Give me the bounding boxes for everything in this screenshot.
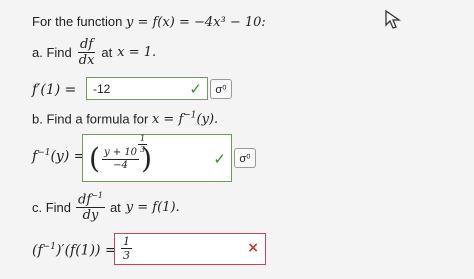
part-b-cond-tail: (y). bbox=[196, 112, 219, 128]
math-keypad-button[interactable]: σ⁰ bbox=[210, 79, 232, 99]
part-b-label: b. Find a formula for bbox=[32, 111, 149, 127]
part-c-frac-num: df−1 bbox=[76, 191, 105, 209]
part-b-exponent: 1 3 bbox=[138, 134, 148, 154]
part-c-prefix-f: (f bbox=[32, 242, 43, 259]
part-b-answer-field[interactable]: ( y + 10 −4 ) 1 3 ✓ bbox=[82, 134, 232, 182]
part-a-condition: x = 1. bbox=[117, 45, 157, 60]
math-keypad-button[interactable]: σ⁰ bbox=[234, 148, 256, 168]
function-expression: y = f(x) = −4x³ − 10: bbox=[126, 15, 266, 30]
part-a-at: at bbox=[101, 45, 113, 60]
expr-right: −4x³ − 10: bbox=[193, 15, 266, 30]
keypad-icon: σ⁰ bbox=[215, 83, 227, 96]
part-a-frac-num: df bbox=[78, 37, 96, 53]
part-c-prefix-sup: −1 bbox=[42, 242, 56, 252]
keypad-icon: σ⁰ bbox=[239, 152, 251, 165]
part-c-question: c. Find df−1 dy at y = f(1). bbox=[32, 192, 180, 223]
part-a-answer-field[interactable]: -12 ✓ bbox=[86, 77, 208, 100]
part-a-frac-den: dx bbox=[78, 53, 95, 68]
part-c-ans-den: 3 bbox=[123, 249, 130, 262]
part-a-derivative: df dx bbox=[77, 38, 97, 67]
part-a-answer-value: -12 bbox=[93, 82, 111, 96]
expr-mid: f(x) bbox=[152, 15, 175, 30]
mouse-cursor-icon bbox=[385, 9, 402, 29]
equals-sign-2: = bbox=[178, 15, 190, 30]
part-a-answer-prefix: f′(1) = bbox=[32, 82, 77, 98]
check-icon: ✓ bbox=[189, 80, 202, 98]
part-c-label: c. Find bbox=[32, 199, 72, 215]
part-c-at: at bbox=[109, 199, 121, 215]
expr-left: y bbox=[125, 15, 134, 30]
part-b-answer-prefix: f−1(y) = bbox=[32, 148, 85, 165]
part-c-answer-prefix: (f−1)′(f(1)) = bbox=[32, 242, 117, 259]
part-b-ans-num: y + 10 bbox=[101, 146, 140, 160]
left-paren: ( bbox=[89, 142, 100, 175]
part-c-condition: y = f(1). bbox=[125, 199, 180, 215]
part-b-condition: x = f−1(y). bbox=[151, 111, 219, 128]
part-b-ans-den: −4 bbox=[113, 159, 128, 171]
part-c-num-text: df bbox=[78, 192, 92, 208]
part-c-derivative: df−1 dy bbox=[76, 192, 105, 222]
part-c-answer-field[interactable]: 1 3 × bbox=[114, 233, 266, 265]
equals-sign: = bbox=[137, 15, 149, 30]
part-b-inner-fraction: y + 10 −4 bbox=[101, 146, 140, 171]
part-a-question: a. Find df dx at x = 1. bbox=[32, 38, 156, 67]
part-b-prefix-sup: −1 bbox=[37, 148, 51, 158]
part-b-question: b. Find a formula for x = f−1(y). bbox=[32, 111, 218, 127]
part-b-exp-den: 3 bbox=[140, 145, 146, 154]
part-c-num-sup: −1 bbox=[91, 191, 103, 200]
part-c-answer-fraction: 1 3 bbox=[121, 236, 132, 261]
part-c-prefix-tail: )′(f(1)) = bbox=[55, 242, 117, 259]
intro-text: For the function bbox=[32, 14, 123, 29]
check-icon: ✓ bbox=[213, 150, 226, 168]
part-a-label: a. Find bbox=[32, 45, 72, 60]
part-c-frac-den: dy bbox=[82, 208, 99, 224]
close-icon: × bbox=[247, 240, 259, 256]
part-b-exp-num: 1 bbox=[138, 134, 148, 145]
part-c-ans-num: 1 bbox=[121, 235, 132, 249]
problem-statement: For the function y = f(x) = −4x³ − 10: bbox=[32, 14, 266, 30]
part-b-prefix-tail: (y) = bbox=[50, 148, 86, 165]
part-b-sup: −1 bbox=[183, 111, 197, 121]
part-b-cond: x = f bbox=[151, 112, 184, 128]
